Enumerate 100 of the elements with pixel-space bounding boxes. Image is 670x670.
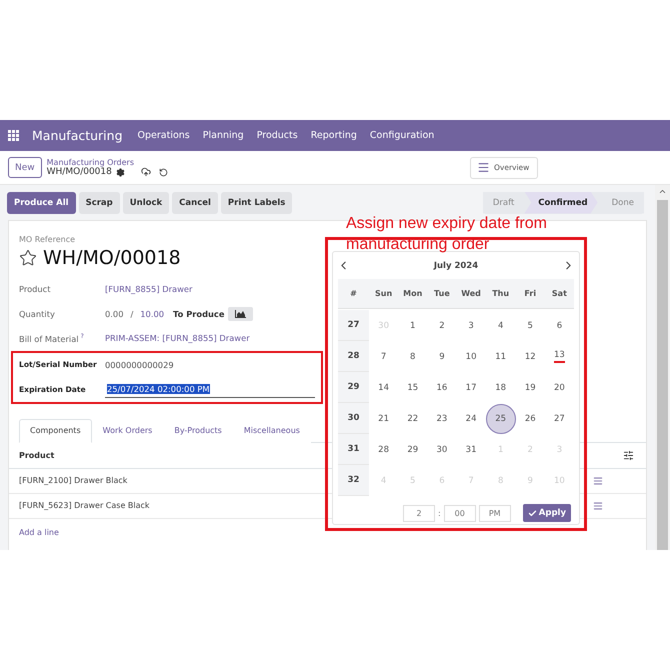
week-number: 31 [338, 434, 369, 465]
breadcrumb-link[interactable]: Manufacturing Orders [46, 158, 168, 167]
calendar-day[interactable]: 5 [528, 320, 533, 330]
menu-icon [477, 161, 490, 174]
breadcrumb-current: WH/MO/00018 [46, 167, 112, 177]
calendar-day[interactable]: 12 [524, 352, 536, 362]
weekday-header: Wed [456, 279, 486, 309]
quantity-produced: 0.00 [105, 308, 124, 319]
field-value: 0000000000029 [105, 360, 174, 370]
menu-item[interactable]: Operations [138, 130, 190, 141]
week-number: 32 [338, 465, 369, 496]
field-link[interactable]: [FURN_8855] Drawer [105, 284, 192, 294]
scrollbar[interactable] [655, 185, 670, 550]
table-cell: [FURN_5623] Drawer Case Black [19, 501, 150, 510]
calendar-day[interactable]: 25 [486, 404, 516, 434]
month-title: July 2024 [434, 260, 478, 270]
menu-item[interactable]: Planning [202, 130, 244, 141]
calendar-day[interactable]: 22 [407, 414, 418, 424]
quantity-separator: / [130, 308, 134, 319]
minute-field[interactable]: 00 [444, 504, 476, 522]
record-title: WH/MO/00018 [43, 247, 181, 269]
reference-label: MO Reference [19, 235, 76, 244]
weekday-header: Tue [427, 279, 456, 309]
scrollbar-thumb[interactable] [657, 200, 668, 550]
menu-item[interactable]: Configuration [370, 130, 434, 141]
table-cell: [FURN_2100] Drawer Black [19, 476, 128, 485]
calendar-day[interactable]: 31 [466, 444, 476, 454]
calendar-day[interactable]: 11 [495, 352, 506, 362]
field-link[interactable]: PRIM-ASSEM: [FURN_8855] Drawer [105, 333, 250, 344]
menu-item[interactable]: Products [256, 130, 298, 141]
calendar-day[interactable]: 20 [554, 382, 565, 392]
week-number: 30 [338, 403, 369, 434]
calendar-day[interactable]: 30 [436, 444, 448, 454]
scroll-up-icon[interactable] [658, 187, 667, 196]
column-header: Product [19, 450, 54, 460]
calendar-day[interactable]: 18 [495, 382, 506, 392]
field-label: Bill of Material $^{?}$ [19, 332, 85, 344]
calendar-day[interactable]: 23 [436, 414, 448, 424]
new-button[interactable]: New [8, 157, 42, 178]
calendar-day[interactable]: 8 [410, 352, 416, 362]
star-icon[interactable] [19, 249, 37, 267]
forecast-button[interactable] [228, 306, 254, 321]
time-separator: : [438, 508, 441, 518]
tab[interactable]: Components [19, 418, 92, 442]
annotation-text: Assign new expiry date from manufacturing order [346, 214, 548, 255]
date-field[interactable]: 25/07/2024 02:00:00 PM [105, 380, 315, 398]
action-button[interactable]: Print Labels [220, 192, 292, 214]
hour-field[interactable]: 2 [403, 504, 435, 522]
calendar-day[interactable]: 13 [554, 350, 565, 363]
weekday-header: Thu [486, 279, 516, 309]
calendar-day[interactable]: 17 [466, 382, 476, 392]
status-stage[interactable]: Confirmed [524, 192, 598, 214]
app-name[interactable]: Manufacturing [32, 128, 123, 143]
calendar-day[interactable]: 16 [436, 382, 448, 392]
calendar-day[interactable]: 1 [410, 320, 416, 330]
check-icon [528, 508, 537, 518]
calendar-day[interactable]: 19 [524, 382, 536, 392]
calendar-day[interactable]: 29 [407, 444, 418, 454]
list-icon[interactable] [593, 476, 603, 486]
action-button[interactable]: Scrap [78, 192, 120, 214]
chart-icon [235, 310, 246, 318]
list-icon[interactable] [593, 500, 603, 510]
calendar-day[interactable]: 15 [407, 382, 418, 392]
week-header: # [338, 279, 369, 309]
calendar-day[interactable]: 2 [439, 320, 445, 330]
sliders-icon[interactable] [623, 450, 634, 460]
action-button[interactable]: Unlock [122, 192, 170, 214]
undo-icon[interactable] [158, 168, 168, 176]
field-label: Quantity [19, 308, 56, 319]
weekday-header: Mon [398, 279, 428, 309]
add-line-link[interactable]: Add a line [19, 528, 646, 536]
calendar-day[interactable]: 4 [498, 320, 504, 330]
meridiem-field[interactable]: PM [478, 504, 511, 522]
settings-icon[interactable] [116, 168, 125, 176]
calendar-day[interactable]: 28 [378, 444, 389, 454]
weekday-header: Sat [544, 279, 574, 309]
calendar-day[interactable]: 6 [556, 320, 562, 330]
calendar-day[interactable]: 7 [380, 352, 386, 362]
week-number: 27 [338, 310, 369, 341]
week-number: 28 [338, 341, 369, 372]
menu-item[interactable]: Reporting [310, 130, 357, 141]
calendar-day[interactable]: 24 [466, 414, 476, 424]
apps-grid-icon[interactable] [8, 130, 19, 141]
calendar-day[interactable]: 10 [466, 352, 476, 362]
calendar-day[interactable]: 9 [439, 352, 445, 362]
cloud-upload-icon[interactable] [140, 167, 151, 177]
calendar-day[interactable]: 3 [468, 320, 474, 330]
calendar-day[interactable]: 27 [554, 414, 565, 424]
action-button[interactable]: Cancel [172, 192, 218, 214]
weekday-header: Sun [369, 279, 398, 309]
week-number: 29 [338, 372, 369, 403]
calendar-day[interactable]: 14 [378, 382, 389, 392]
quantity-unit: To Produce [173, 308, 224, 319]
apply-button[interactable]: Apply [522, 504, 571, 522]
calendar-day[interactable]: 21 [378, 414, 389, 424]
weekday-header: Fri [516, 279, 545, 309]
quantity-planned[interactable]: 10.00 [140, 308, 164, 319]
calendar-day[interactable]: 26 [524, 414, 536, 424]
field-label: Product [19, 284, 52, 294]
action-button[interactable]: Produce All [7, 192, 76, 214]
